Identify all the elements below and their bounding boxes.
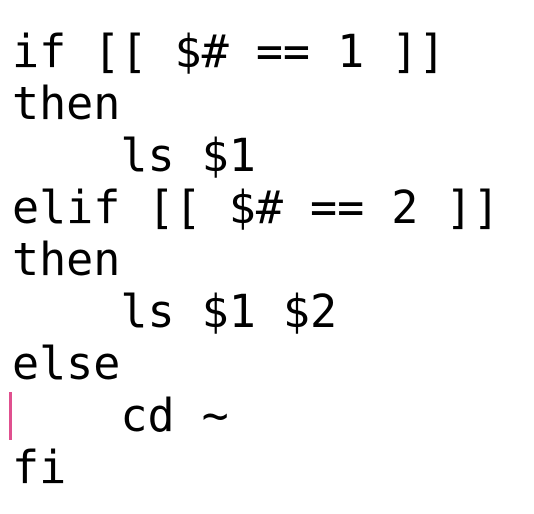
code-line-1[interactable]: if [[ $# == 1 ]] [12, 26, 445, 78]
code-editor[interactable]: if [[ $# == 1 ]] then ls $1 elif [[ $# =… [0, 0, 534, 514]
code-line-4[interactable]: elif [[ $# == 2 ]] [12, 182, 500, 234]
text-cursor [9, 392, 12, 440]
code-line-3[interactable]: ls $1 [12, 130, 255, 182]
code-line-7[interactable]: else [12, 338, 120, 390]
code-line-9[interactable]: fi [12, 442, 66, 494]
code-line-6[interactable]: ls $1 $2 [12, 286, 337, 338]
code-line-2[interactable]: then [12, 78, 120, 130]
code-line-5[interactable]: then [12, 234, 120, 286]
code-line-8[interactable]: cd ~ [12, 390, 228, 442]
